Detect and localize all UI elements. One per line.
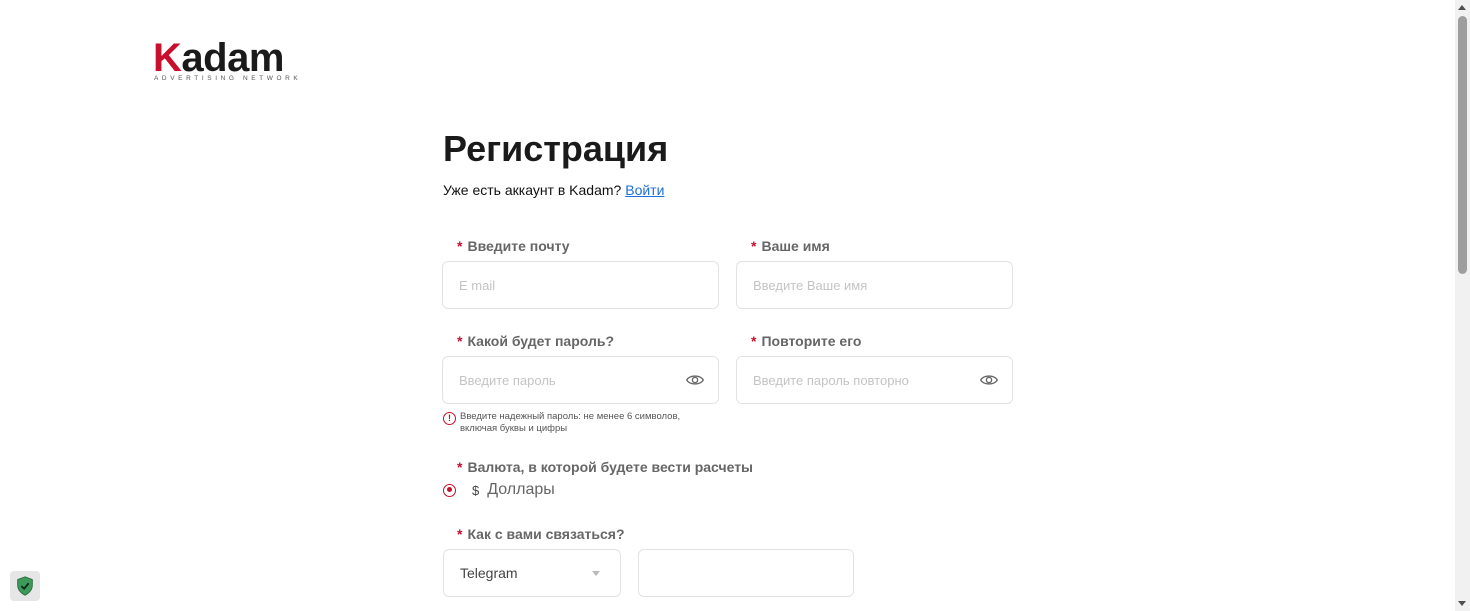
password-repeat-field-wrapper [736,356,1013,404]
email-field-wrapper [442,261,719,309]
contact-field[interactable] [639,550,853,596]
page-scrollbar[interactable] [1455,0,1470,611]
page-title: Регистрация [443,128,669,169]
logo-wordmark: Kadam [153,36,284,80]
chevron-down-icon [592,571,600,576]
password-label: * Какой будет пароль? [457,333,615,349]
email-label: * Введите почту [457,238,570,254]
login-prompt-line: Уже есть аккаунт в Kadam? Войти [443,182,664,198]
contact-label: * Как с вами связаться? [457,526,625,542]
security-widget[interactable] [10,571,40,601]
contact-field-wrapper [638,549,854,597]
scroll-up-icon[interactable] [1458,5,1466,10]
name-field[interactable] [737,262,1012,308]
eye-icon[interactable] [980,372,998,388]
logo-tagline: ADVERTISING NETWORK [154,75,302,82]
currency-option-label: Доллары [487,481,555,498]
login-prompt-text: Уже есть аккаунт в Kadam? [443,182,622,198]
email-field[interactable] [443,262,718,308]
currency-label: * Валюта, в которой будете вести расчеты [457,459,754,475]
login-link[interactable]: Войти [625,182,664,198]
scrollbar-thumb[interactable] [1458,16,1467,274]
kadam-logo[interactable]: Kadam ADVERTISING NETWORK [153,36,298,86]
password-field[interactable] [443,357,718,403]
password-hint: ! Введите надежный пароль: не менее 6 си… [443,411,700,435]
warning-icon: ! [443,412,456,425]
name-label: * Ваше имя [751,238,830,254]
password-field-wrapper [442,356,719,404]
password-repeat-field[interactable] [737,357,1012,403]
contact-method-select[interactable]: Telegram [443,549,621,597]
password-hint-text: Введите надежный пароль: не менее 6 симв… [460,411,681,434]
name-field-wrapper [736,261,1013,309]
password-repeat-label: * Повторите его [751,333,862,349]
currency-radio[interactable] [443,483,456,497]
dollar-icon: $ [472,482,480,498]
shield-icon [17,576,33,596]
contact-method-value: Telegram [460,565,518,581]
scroll-down-icon[interactable] [1458,601,1466,606]
eye-icon[interactable] [686,372,704,388]
currency-option-usd[interactable]: $ Доллары [443,481,555,499]
